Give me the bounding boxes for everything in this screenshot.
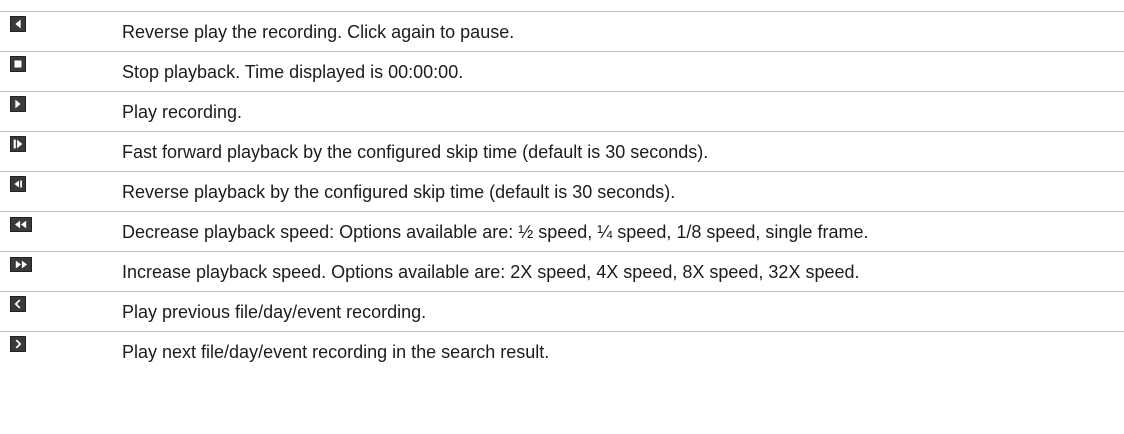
table-row: Play next file/day/event recording in th… [0,331,1124,434]
row-description: Play previous file/day/event recording. [122,302,427,322]
table-row: Play recording. [0,91,1124,131]
play-icon [10,96,26,112]
skip-backward-icon [10,176,26,192]
previous-file-icon [10,296,26,312]
table-row: Decrease playback speed: Options availab… [0,211,1124,251]
next-file-icon [10,336,26,352]
row-description: Decrease playback speed: Options availab… [122,222,869,242]
table-row: Reverse play the recording. Click again … [0,11,1124,51]
row-description: Reverse playback by the configured skip … [122,182,676,202]
row-description: Play next file/day/event recording in th… [122,342,550,362]
table-row: Stop playback. Time displayed is 00:00:0… [0,51,1124,91]
skip-forward-icon [10,136,26,152]
stop-icon [10,56,26,72]
reverse-play-icon [10,16,26,32]
row-description: Reverse play the recording. Click again … [122,22,515,42]
table-row: Fast forward playback by the configured … [0,131,1124,171]
row-description: Fast forward playback by the configured … [122,142,709,162]
table-row: Increase playback speed. Options availab… [0,251,1124,291]
row-description: Increase playback speed. Options availab… [122,262,860,282]
table-row: Reverse playback by the configured skip … [0,171,1124,211]
table-row: Play previous file/day/event recording. [0,291,1124,331]
row-description: Play recording. [122,102,243,122]
row-description: Stop playback. Time displayed is 00:00:0… [122,62,464,82]
playback-controls-table: Reverse play the recording. Click again … [0,0,1124,434]
increase-speed-icon [10,257,32,272]
decrease-speed-icon [10,217,32,232]
